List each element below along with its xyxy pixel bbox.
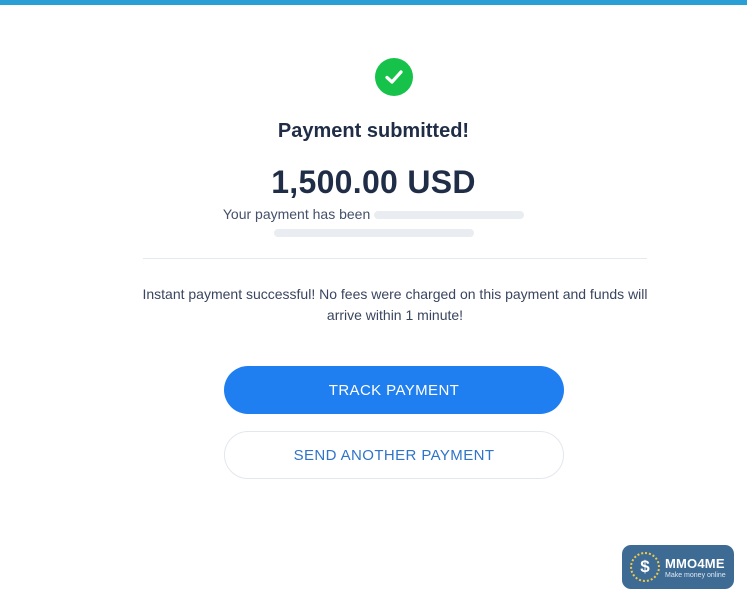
- recipient-line: Your payment has been: [0, 206, 747, 222]
- top-accent-bar: [0, 0, 747, 5]
- redacted-recipient: [374, 211, 525, 220]
- watermark-tagline: Make money online: [665, 571, 726, 579]
- page-title: Payment submitted!: [277, 120, 470, 142]
- redacted-recipient-email: [273, 228, 474, 237]
- recipient-prefix: Your payment has been: [222, 206, 371, 222]
- send-another-payment-button[interactable]: SEND ANOTHER PAYMENT: [224, 431, 564, 479]
- track-payment-button[interactable]: TRACK PAYMENT: [224, 366, 564, 414]
- watermark-name: MMO4ME: [665, 555, 725, 571]
- divider: [143, 258, 647, 259]
- dollar-icon: $: [630, 552, 660, 582]
- check-circle-icon: [375, 58, 413, 96]
- payment-amount: 1,500.00 USD: [271, 164, 476, 200]
- watermark-badge: $ MMO4ME Make money online: [622, 545, 734, 589]
- recipient-line-2: [0, 224, 747, 242]
- info-text: Instant payment successful! No fees were…: [142, 286, 648, 323]
